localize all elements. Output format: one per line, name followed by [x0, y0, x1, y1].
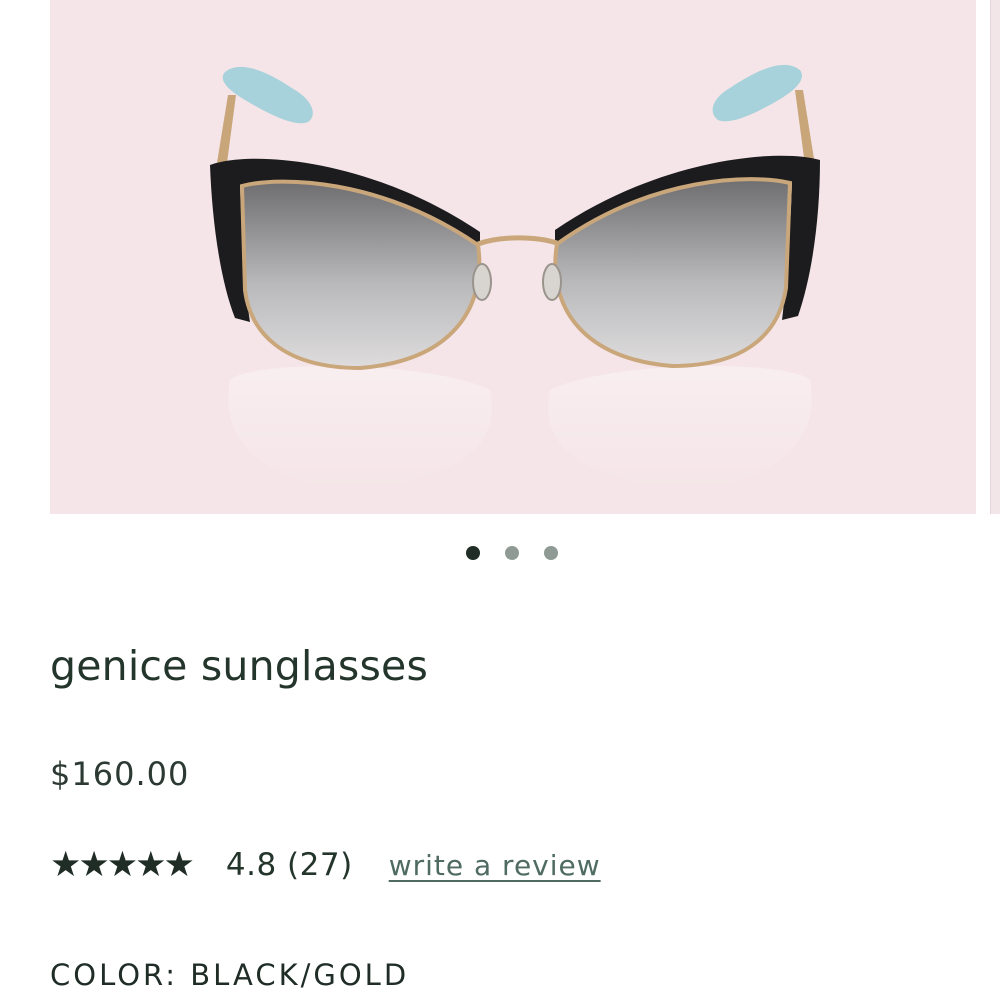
sunglasses-image — [210, 64, 820, 490]
product-page: genice sunglasses $160.00 ★★★★★ 4.8 (27)… — [0, 0, 1000, 1000]
color-label: COLOR: — [50, 958, 179, 992]
carousel-dot-3[interactable] — [544, 546, 558, 560]
next-slide-peek[interactable] — [990, 0, 1000, 514]
carousel-pagination — [466, 546, 558, 560]
rating-summary[interactable]: 4.8 (27) — [226, 847, 353, 883]
product-price: $160.00 — [50, 755, 190, 793]
product-image-slide[interactable] — [50, 0, 976, 514]
product-image-carousel[interactable] — [0, 0, 1000, 515]
rating-row: ★★★★★ 4.8 (27) write a review — [50, 843, 601, 887]
carousel-dot-2[interactable] — [505, 546, 519, 560]
color-value: BLACK/GOLD — [190, 958, 410, 992]
carousel-dot-1[interactable] — [466, 546, 480, 560]
color-selection: COLOR: BLACK/GOLD — [50, 955, 409, 995]
write-review-link[interactable]: write a review — [389, 849, 601, 882]
star-rating-icon: ★★★★★ — [50, 845, 195, 885]
product-title: genice sunglasses — [50, 642, 429, 690]
